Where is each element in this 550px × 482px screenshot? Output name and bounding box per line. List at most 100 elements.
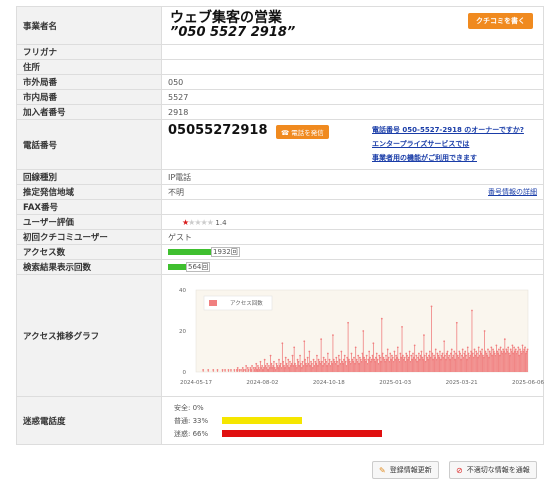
line-type-label: 回線種別 [16,169,162,185]
data-point [471,352,474,354]
star-empty-icon: ★ [206,217,214,227]
data-point [338,358,341,361]
data-point [351,358,354,361]
data-point [332,358,335,361]
data-point [428,350,431,352]
data-point [308,350,311,352]
graph-label: アクセス推移グラフ [16,274,162,397]
data-point [519,350,522,352]
data-point [513,346,515,348]
data-point [287,358,290,361]
data-point [453,350,456,352]
data-point [403,356,406,359]
data-point [492,348,494,350]
data-point [202,368,205,371]
x-tick-label: 2025-06-06 [512,380,544,386]
phone-row: 電話番号 05055272918 ☎ 電話を発信 電話番号 050-5527-2… [16,119,544,170]
data-point [291,354,294,356]
update-info-label: 登録情報更新 [389,466,432,474]
data-point [299,354,301,356]
data-point [336,360,339,363]
data-point [431,352,434,354]
spam-normal-line: 普通: 33% [174,414,537,427]
address-value [161,59,544,75]
data-point [423,333,425,336]
access-label: アクセス数 [16,244,162,260]
report-button[interactable]: ⊘ 不適切な情報を通報 [449,461,537,479]
business-label: 事業者名 [16,6,162,45]
data-point [393,350,396,352]
data-point [278,358,280,361]
data-point [207,368,210,371]
data-point [450,348,453,350]
number-details-link[interactable]: 番号情報の詳細 [488,187,537,197]
access-trend-chart: 0 20 40 2024-05-17 2024-08-02 2024-10-18 2025-… [179,288,544,386]
owner-link[interactable]: 電話番号 050-5527-2918 のオーナーですか? [372,123,524,137]
data-point [257,366,260,369]
data-point [461,348,464,350]
data-point [380,317,383,320]
data-point [236,366,239,369]
data-point [321,360,323,363]
spam-cell: 安全: 0% 普通: 33% 迷惑: 66% [161,396,544,445]
call-button[interactable]: ☎ 電話を発信 [276,124,329,139]
data-point [252,366,255,369]
data-point [310,360,312,363]
business-row: 事業者名 ウェブ集客の営業 ”050 5527 2918” クチコミを書く [16,6,544,45]
data-point [246,366,249,369]
spam-spam-line: 迷惑: 66% [174,427,537,440]
data-point [482,354,484,356]
data-point [364,358,366,361]
data-point [316,354,318,356]
business-features-link[interactable]: 事業者用の機能がご利用できます [372,151,524,165]
data-point [283,364,285,367]
data-point [410,354,413,356]
data-point [492,350,495,352]
data-point [502,348,505,350]
data-point [358,356,361,359]
data-point [386,348,389,350]
data-point [284,356,287,359]
x-tick-label: 2025-01-03 [379,380,411,386]
data-point [425,352,428,354]
data-point [459,352,462,354]
enterprise-link[interactable]: エンタープライズサービスでは [372,137,524,151]
access-cell: 1932回 [161,244,544,260]
data-point [443,339,446,342]
data-point [369,356,371,359]
data-point [330,360,333,363]
data-point [314,360,317,363]
spam-spam-bar [222,430,382,437]
data-point [249,366,252,369]
data-point [507,346,510,348]
data-point [325,360,328,363]
phone-info-panel: 事業者名 ウェブ集客の営業 ”050 5527 2918” クチコミを書く フリ… [16,6,544,445]
data-point [406,354,408,356]
update-info-button[interactable]: ✎ 登録情報更新 [372,461,439,479]
spam-label: 迷惑電話度 [16,396,162,445]
data-point [263,358,266,361]
data-point [328,358,331,361]
data-point [245,364,248,367]
data-point [348,360,351,363]
data-point [332,333,334,336]
data-point [484,350,487,352]
data-point [399,352,402,354]
call-button-label: 電話を発信 [291,128,324,137]
first-user-value: ゲスト [161,229,544,245]
data-point [296,358,299,361]
data-point [233,368,236,371]
region-cell: 不明 番号情報の詳細 [161,184,544,200]
data-point [273,360,275,363]
table-row: 回線種別 IP電話 [16,169,544,185]
table-row: 市内局番 5527 [16,89,544,105]
pencil-icon: ✎ [379,465,386,475]
data-point [526,348,529,350]
table-row: 住所 [16,59,544,75]
search-bar [168,264,187,270]
y-tick-label: 40 [179,288,186,294]
data-point [408,350,411,352]
data-point [337,354,340,356]
write-review-button[interactable]: クチコミを書く [468,13,533,29]
data-point [420,350,423,352]
